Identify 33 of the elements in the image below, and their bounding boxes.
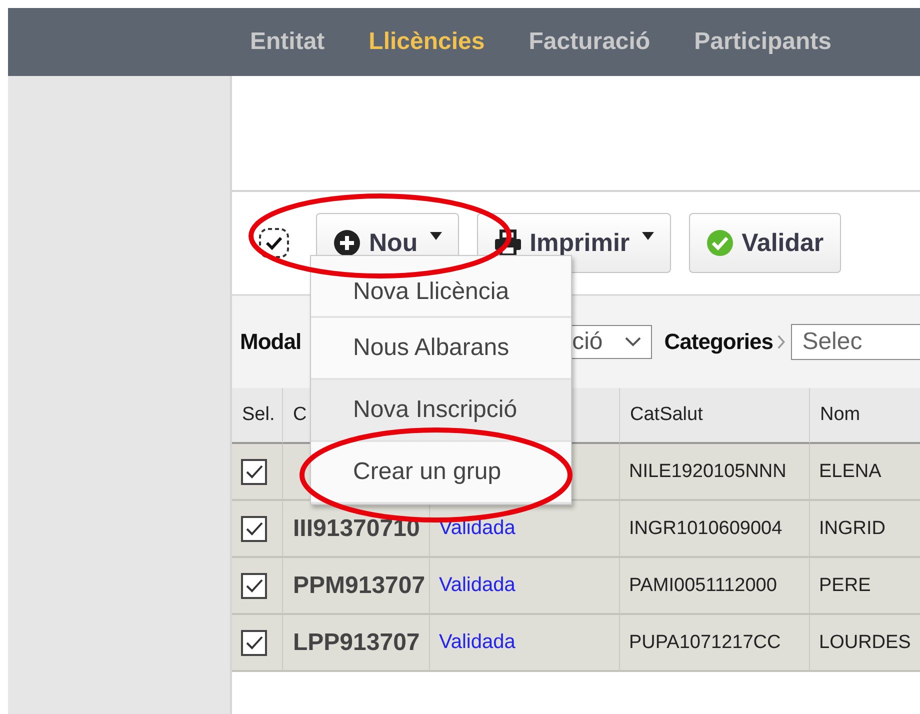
table-cell: NILE1920105NNN (620, 444, 810, 501)
check-circle-icon (706, 229, 734, 257)
table-cell: LOURDES (810, 615, 920, 672)
menu-item[interactable]: Nova Llicència (311, 256, 571, 318)
table-cell: PERE (810, 558, 920, 615)
categories-select[interactable]: Selec (791, 324, 920, 360)
filter-label: Categories (664, 329, 773, 355)
filter-label: Modal (240, 329, 302, 355)
status-link[interactable]: Validada (439, 631, 516, 654)
row-checkbox[interactable] (241, 572, 267, 598)
table-cell: LPP913707 (283, 615, 430, 672)
row-checkbox[interactable] (241, 458, 267, 484)
nav-tab[interactable]: Participants (694, 28, 832, 56)
table-cell: PPM913707 (283, 558, 430, 615)
table-cell: PUPA1071217CC (620, 615, 810, 672)
menu-item[interactable]: Crear un grup (311, 442, 571, 504)
table-cell: INGRID (810, 501, 920, 558)
row-checkbox[interactable] (241, 630, 267, 656)
table-cell: INGR1010609004 (620, 501, 810, 558)
table-cell: PAMI0051112000 (620, 558, 810, 615)
status-link[interactable]: Validada (439, 517, 516, 540)
select-all-checkbox[interactable] (258, 227, 290, 259)
column-header: CatSalut (620, 388, 810, 444)
menu-item[interactable]: Nova Inscripció (311, 380, 571, 442)
table-cell: ELENA (810, 444, 920, 501)
nav-tab[interactable]: Facturació (528, 28, 650, 56)
toolbar-button[interactable]: Validar (688, 213, 841, 273)
row-checkbox[interactable] (241, 516, 267, 542)
chevron-down-icon (625, 337, 642, 347)
column-header: Sel. (232, 388, 283, 444)
status-link[interactable]: Validada (439, 574, 516, 597)
nav-tab[interactable]: Entitat (250, 28, 325, 56)
column-header: Nom (810, 388, 920, 444)
